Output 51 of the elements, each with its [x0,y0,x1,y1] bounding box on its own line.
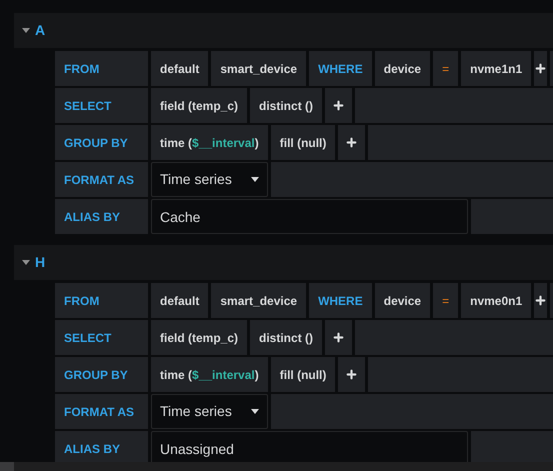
collapse-toggle[interactable]: A [22,20,46,41]
query-segment[interactable]: distinct () [250,320,322,355]
row-label: SELECT [55,320,148,355]
add-button[interactable] [534,283,548,318]
query-segment[interactable]: device [374,283,430,318]
plus-icon [332,331,346,344]
add-button[interactable] [338,357,366,392]
row-label: GROUP BY [55,125,148,160]
query-segment[interactable]: smart_device [211,51,306,86]
query-segment[interactable]: field (temp_c) [151,320,248,355]
plus-icon [534,62,548,75]
query-segment[interactable]: device [374,51,430,86]
caret-icon [22,260,30,265]
row-label: SELECT [55,88,148,123]
caret-icon [22,28,30,33]
query-keyword: WHERE [309,283,372,318]
query-segment[interactable]: distinct () [250,88,322,123]
format-select[interactable]: Time series [151,162,268,197]
add-button[interactable] [338,125,366,160]
plus-icon [332,99,346,112]
format-select[interactable]: Time series [151,394,268,429]
query-segment[interactable]: default [151,51,208,86]
row-label: FORMAT AS [55,394,148,429]
query-segment[interactable]: nvme1n1 [461,51,532,86]
query-segment[interactable]: field (temp_c) [151,88,248,123]
row-label: FROM [55,283,148,318]
query-segment[interactable]: nvme0n1 [461,283,532,318]
row-label: ALIAS BY [55,199,148,234]
plus-icon [534,294,548,307]
row-label: GROUP BY [55,357,148,392]
scrollbar[interactable] [0,462,553,471]
collapse-toggle[interactable]: H [22,252,46,273]
function-segment[interactable]: time ($__interval) [151,125,268,160]
add-button[interactable] [325,88,352,123]
add-button[interactable] [325,320,352,355]
plus-icon [345,136,358,149]
query-segment[interactable]: fill (null) [270,357,336,392]
caret-down-icon [251,409,259,414]
query-keyword: WHERE [309,51,372,86]
query-segment[interactable]: default [151,283,208,318]
add-button[interactable] [534,51,548,86]
row-label: FROM [55,51,148,86]
caret-down-icon [251,177,259,182]
operator-segment[interactable]: = [433,283,458,318]
alias-input[interactable]: Cache [151,199,468,234]
plus-icon [345,368,358,381]
query-segment[interactable]: fill (null) [270,125,336,160]
row-label: FORMAT AS [55,162,148,197]
query-segment[interactable]: smart_device [211,283,306,318]
operator-segment[interactable]: = [433,51,458,86]
function-segment[interactable]: time ($__interval) [151,357,268,392]
